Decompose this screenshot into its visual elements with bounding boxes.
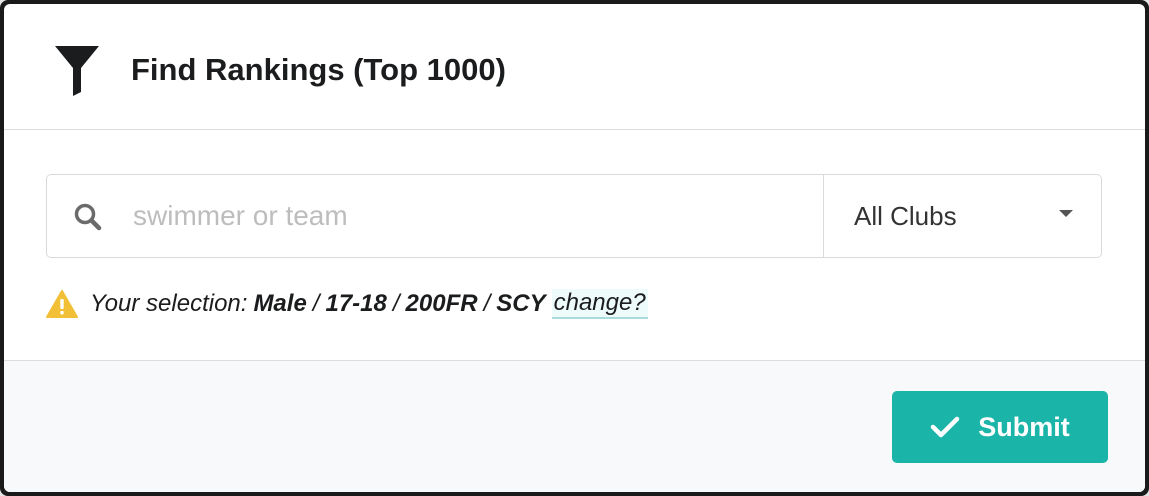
search-icon <box>74 203 102 231</box>
warning-icon <box>46 290 78 318</box>
window-frame: Find Rankings (Top 1000) All Clubs <box>0 0 1149 496</box>
selection-event: 200FR <box>405 290 478 317</box>
change-selection-link[interactable]: change? <box>551 289 648 319</box>
submit-button-label: Submit <box>978 411 1070 442</box>
submit-button[interactable]: Submit <box>892 391 1108 463</box>
caret-down-icon <box>1059 210 1073 217</box>
selection-gender: Male <box>253 290 307 317</box>
find-rankings-modal: Find Rankings (Top 1000) All Clubs <box>4 4 1145 492</box>
checkmark-icon <box>931 416 960 438</box>
club-select-value: All Clubs <box>854 201 957 231</box>
selection-age-group: 17-18 <box>325 290 387 317</box>
selection-summary: Your selection: Male / 17-18 / 200FR / S… <box>46 286 648 322</box>
club-select-dropdown[interactable]: All Clubs <box>823 175 1101 257</box>
filter-funnel-icon <box>55 46 99 96</box>
modal-header: Find Rankings (Top 1000) <box>4 4 1145 130</box>
search-group: All Clubs <box>46 174 1102 258</box>
selection-course: SCY <box>496 290 546 317</box>
selection-separator: / <box>392 290 400 317</box>
selection-separator: / <box>312 290 320 317</box>
modal-content: All Clubs Your selection: Male / 17-18 /… <box>4 130 1145 361</box>
page-title: Find Rankings (Top 1000) <box>131 52 506 87</box>
modal-footer: Submit <box>4 361 1145 492</box>
selection-prefix: Your selection: <box>90 290 248 317</box>
search-input[interactable] <box>119 176 819 256</box>
selection-separator: / <box>483 290 491 317</box>
